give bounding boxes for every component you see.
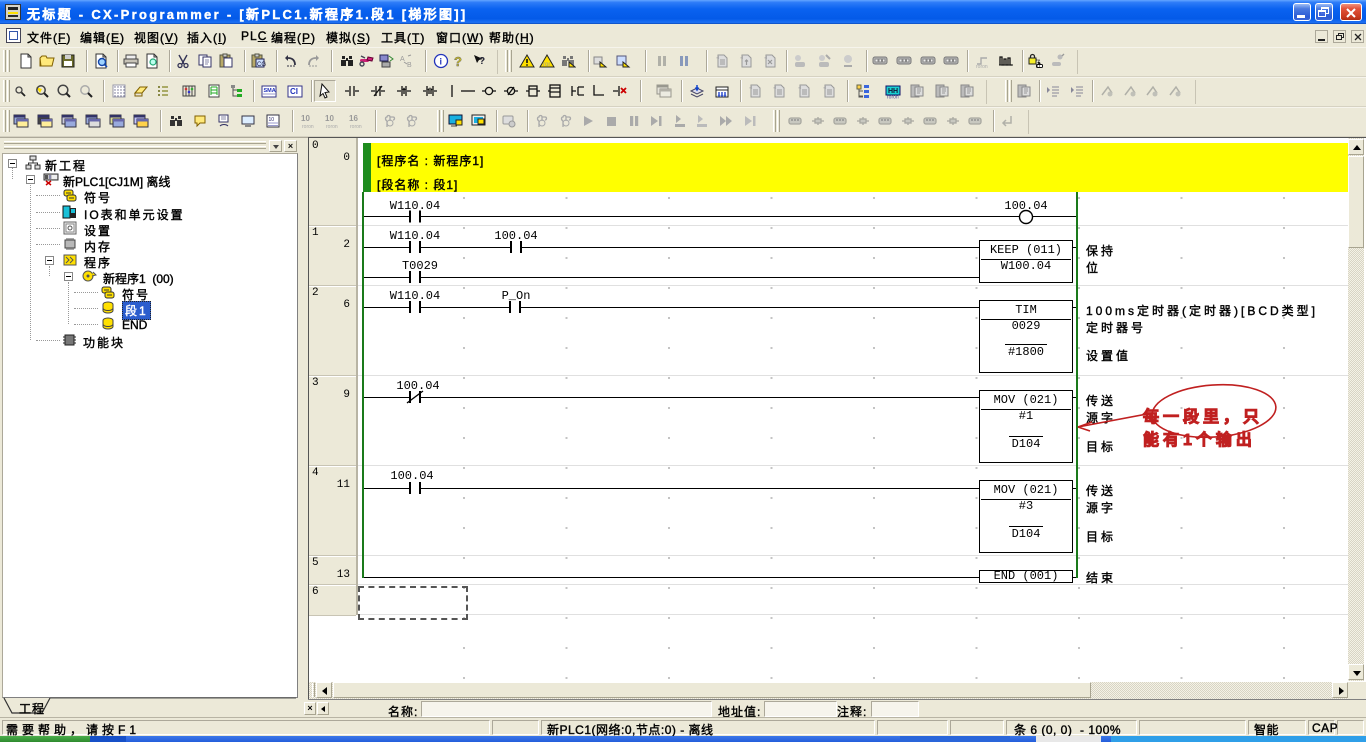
- svg-text:roron: roron: [350, 124, 362, 129]
- svg-text:CG: CG: [257, 62, 266, 68]
- svg-text:i: i: [440, 57, 443, 67]
- svg-text:roron: roron: [326, 124, 338, 129]
- svg-text:roron: roron: [976, 64, 988, 69]
- svg-text:ror: ror: [543, 62, 550, 68]
- svg-text:B: B: [407, 62, 412, 69]
- svg-text:?: ?: [454, 54, 462, 69]
- svg-text:roron: roron: [302, 124, 314, 129]
- svg-text:CI: CI: [290, 87, 298, 96]
- svg-text:10: 10: [325, 114, 334, 123]
- svg-text:16: 16: [349, 114, 358, 123]
- svg-text:roron: roron: [887, 95, 899, 100]
- svg-text:?: ?: [479, 56, 485, 67]
- svg-text:SMA: SMA: [264, 88, 276, 94]
- svg-text:10: 10: [269, 117, 275, 123]
- svg-text:10: 10: [301, 114, 310, 123]
